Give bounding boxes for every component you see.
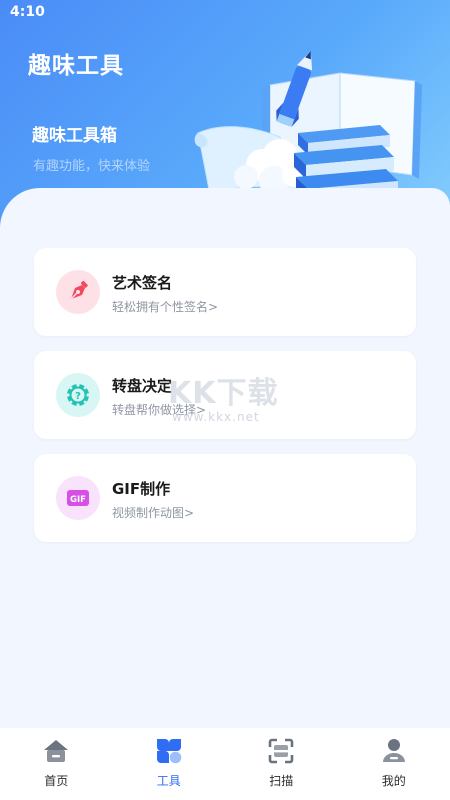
tool-title: 转盘决定: [112, 377, 173, 395]
svg-text:GIF: GIF: [70, 495, 86, 505]
banner-title: 趣味工具箱: [32, 126, 117, 146]
gif-icon: GIF: [56, 476, 100, 520]
page-title: 趣味工具: [28, 53, 124, 79]
bottom-nav: 首页 工具 扫描 我的: [0, 728, 450, 800]
banner-description: 有趣功能，快来体验: [33, 159, 151, 174]
tool-card-gif-maker[interactable]: GIF GIF制作 视频制作动图>: [34, 454, 416, 542]
nav-item-tools[interactable]: 工具: [113, 728, 226, 800]
tools-grid-icon: [156, 739, 182, 764]
tool-title: GIF制作: [112, 480, 171, 498]
tool-description: 视频制作动图>: [112, 506, 195, 520]
profile-icon: [382, 739, 405, 762]
nav-item-home[interactable]: 首页: [0, 728, 113, 800]
nav-label: 扫描: [269, 774, 294, 788]
scan-icon: [268, 738, 294, 764]
wheel-icon: ?: [56, 373, 100, 417]
pen-nib-icon: [56, 270, 100, 314]
tool-description: 转盘帮你做选择>: [112, 403, 207, 417]
tool-card-wheel-decision[interactable]: ? 转盘决定 转盘帮你做选择>: [34, 351, 416, 439]
nav-label: 我的: [381, 774, 406, 788]
status-time: 4:10: [10, 4, 45, 20]
tool-card-art-signature[interactable]: 艺术签名 轻松拥有个性签名>: [34, 248, 416, 336]
svg-text:?: ?: [75, 391, 81, 402]
tool-title: 艺术签名: [112, 274, 173, 292]
tool-description: 轻松拥有个性签名>: [112, 300, 219, 314]
nav-item-scan[interactable]: 扫描: [225, 728, 338, 800]
nav-label: 首页: [44, 774, 69, 788]
nav-label: 工具: [156, 774, 181, 788]
nav-item-profile[interactable]: 我的: [338, 728, 450, 800]
home-icon: [44, 740, 69, 762]
